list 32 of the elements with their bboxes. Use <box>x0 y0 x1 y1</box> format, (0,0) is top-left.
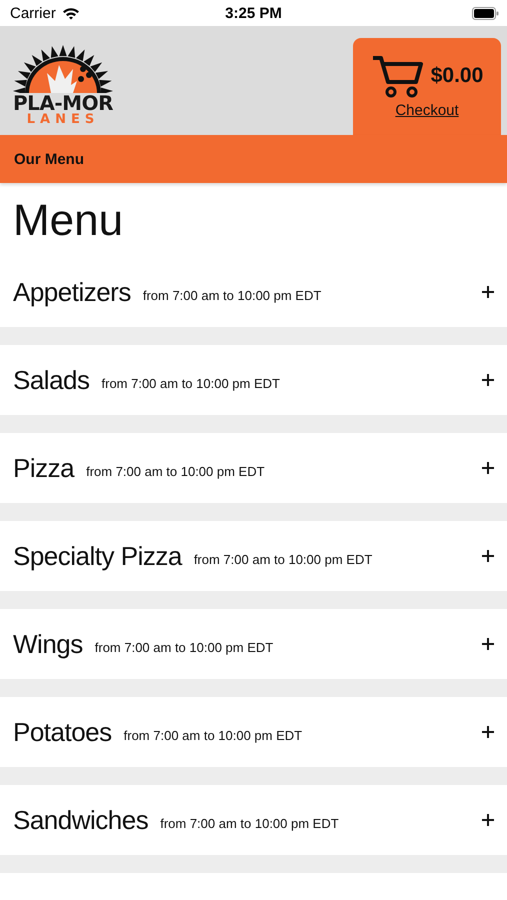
checkout-link[interactable]: Checkout <box>395 102 459 119</box>
category-name: Sandwiches <box>13 804 148 836</box>
category-hours: from 7:00 am to 10:00 pm EDT <box>86 462 266 478</box>
plus-icon[interactable] <box>482 638 494 650</box>
category-hours: from 7:00 am to 10:00 pm EDT <box>124 726 304 742</box>
carrier-label: Carrier <box>10 4 56 22</box>
category-name: Appetizers <box>13 276 131 308</box>
plus-icon[interactable] <box>482 550 494 562</box>
category-name: Wings <box>13 628 83 660</box>
breadcrumb-label: Our Menu <box>14 150 84 168</box>
category-name: Potatoes <box>13 716 112 748</box>
logo-wordmark: PLA-MOR <box>13 93 113 113</box>
category-hours: from 7:00 am to 10:00 pm EDT <box>194 550 374 566</box>
cart-total: $0.00 <box>430 64 484 88</box>
plus-icon[interactable] <box>482 726 494 738</box>
category-hours: from 7:00 am to 10:00 pm EDT <box>142 286 322 302</box>
page-title: Menu <box>13 195 124 247</box>
plus-icon[interactable] <box>482 286 494 298</box>
category-hours: from 7:00 am to 10:00 pm EDT <box>160 814 340 830</box>
cart-icon <box>370 54 423 98</box>
category-name: Salads <box>13 364 90 396</box>
category-name: Specialty Pizza <box>13 540 182 572</box>
battery-icon <box>472 6 499 20</box>
status-time: 3:25 PM <box>225 4 282 22</box>
plus-icon[interactable] <box>482 814 494 826</box>
logo-subtitle: LANES <box>26 113 100 127</box>
wifi-icon <box>62 6 80 20</box>
category-name: Pizza <box>13 452 74 484</box>
category-hours: from 7:00 am to 10:00 pm EDT <box>102 374 281 390</box>
plus-icon[interactable] <box>482 374 494 386</box>
plus-icon[interactable] <box>482 462 494 474</box>
category-hours: from 7:00 am to 10:00 pm EDT <box>94 638 274 654</box>
